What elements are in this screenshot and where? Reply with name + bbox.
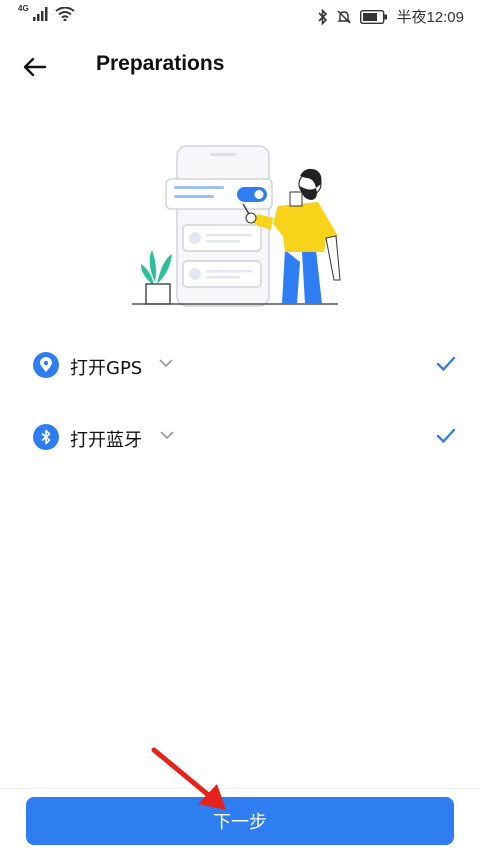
location-pin-icon-badge: [33, 352, 59, 378]
page-title: Preparations: [96, 52, 225, 75]
bluetooth-icon: [318, 8, 328, 25]
mute-icon: [337, 10, 352, 23]
location-pin-icon: [40, 357, 52, 372]
chevron-down-icon[interactable]: [159, 358, 173, 368]
network-type-label: 4G: [18, 3, 29, 13]
signal-icon: [32, 7, 48, 21]
status-bar: 4G 半夜12:09: [0, 0, 480, 34]
arrow-left-icon: [23, 57, 47, 77]
next-step-label: 下一步: [213, 812, 267, 833]
preparation-illustration: [132, 145, 341, 307]
wifi-icon: [55, 7, 75, 21]
status-time: 半夜12:09: [396, 9, 464, 26]
back-button[interactable]: [20, 52, 50, 82]
check-icon: [436, 356, 456, 371]
checklist-label-gps: 打开GPS: [70, 358, 143, 379]
checklist-label-bluetooth: 打开蓝牙: [70, 430, 142, 451]
check-icon: [436, 428, 456, 443]
bluetooth-icon: [41, 429, 51, 445]
status-right: 半夜12:09: [318, 6, 464, 27]
checklist-item-gps[interactable]: 打开GPS: [0, 344, 480, 388]
chevron-down-icon[interactable]: [160, 430, 174, 440]
header: Preparations: [0, 44, 480, 88]
footer-divider: [0, 788, 480, 789]
checklist-item-bluetooth[interactable]: 打开蓝牙: [0, 416, 480, 460]
battery-icon: [360, 9, 388, 24]
status-left: 4G: [18, 3, 75, 21]
bluetooth-icon-badge: [33, 424, 59, 450]
next-step-button[interactable]: 下一步: [26, 797, 454, 845]
